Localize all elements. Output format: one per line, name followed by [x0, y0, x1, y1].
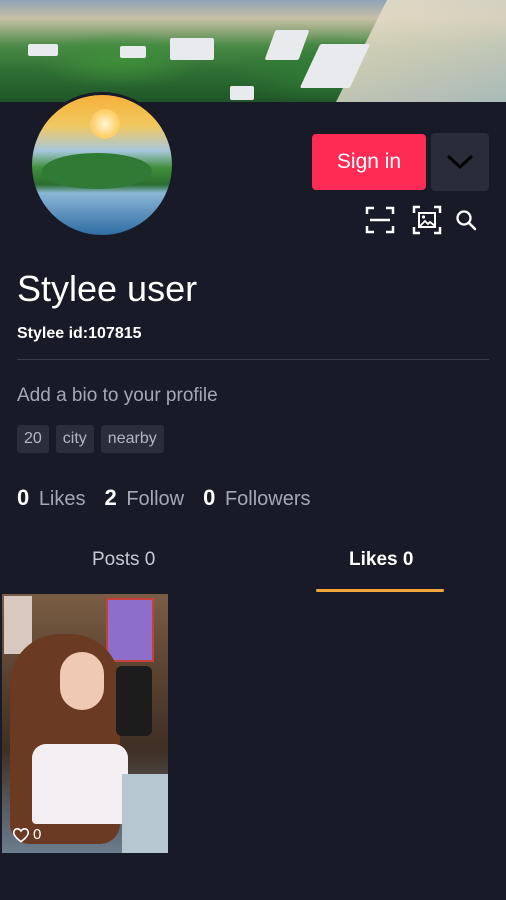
bio-placeholder[interactable]: Add a bio to your profile — [17, 385, 218, 407]
profile-tags: 20 city nearby — [17, 425, 164, 453]
tab-posts[interactable]: Posts 0 — [92, 549, 155, 571]
gallery-button[interactable] — [410, 203, 444, 237]
image-icon — [412, 205, 442, 235]
avatar[interactable] — [29, 92, 175, 238]
likes-count: 0 — [17, 485, 30, 510]
followers-stat[interactable]: 0 Followers — [203, 485, 310, 511]
followers-label: Followers — [224, 488, 311, 510]
divider — [17, 359, 489, 360]
follow-count: 2 — [104, 485, 117, 510]
follow-label: Follow — [126, 488, 185, 510]
search-icon — [456, 210, 477, 231]
sign-in-button[interactable]: Sign in — [312, 134, 426, 190]
likes-label: Likes — [38, 488, 86, 510]
scan-button[interactable] — [363, 203, 397, 237]
search-button[interactable] — [449, 203, 483, 237]
grid-item[interactable]: 0 — [2, 594, 168, 853]
active-tab-indicator — [316, 589, 444, 592]
more-options-button[interactable] — [431, 133, 489, 191]
scan-icon — [365, 206, 395, 234]
profile-banner — [0, 0, 506, 102]
profile-name: Stylee user — [17, 268, 198, 309]
chevron-down-icon — [447, 155, 473, 169]
follow-stat[interactable]: 2 Follow — [105, 485, 185, 511]
profile-id: Stylee id:107815 — [17, 325, 142, 342]
tab-likes[interactable]: Likes 0 — [349, 549, 413, 571]
likes-stat[interactable]: 0 Likes — [17, 485, 86, 511]
profile-stats: 0 Likes 2 Follow 0 Followers — [17, 485, 330, 511]
heart-icon — [12, 827, 30, 842]
tag-nearby: nearby — [100, 425, 164, 453]
tag-age: 20 — [17, 425, 49, 453]
grid-item-like-count: 0 — [33, 826, 42, 843]
tag-city: city — [55, 425, 94, 453]
followers-count: 0 — [203, 485, 216, 510]
grid-item-likes: 0 — [12, 826, 41, 843]
